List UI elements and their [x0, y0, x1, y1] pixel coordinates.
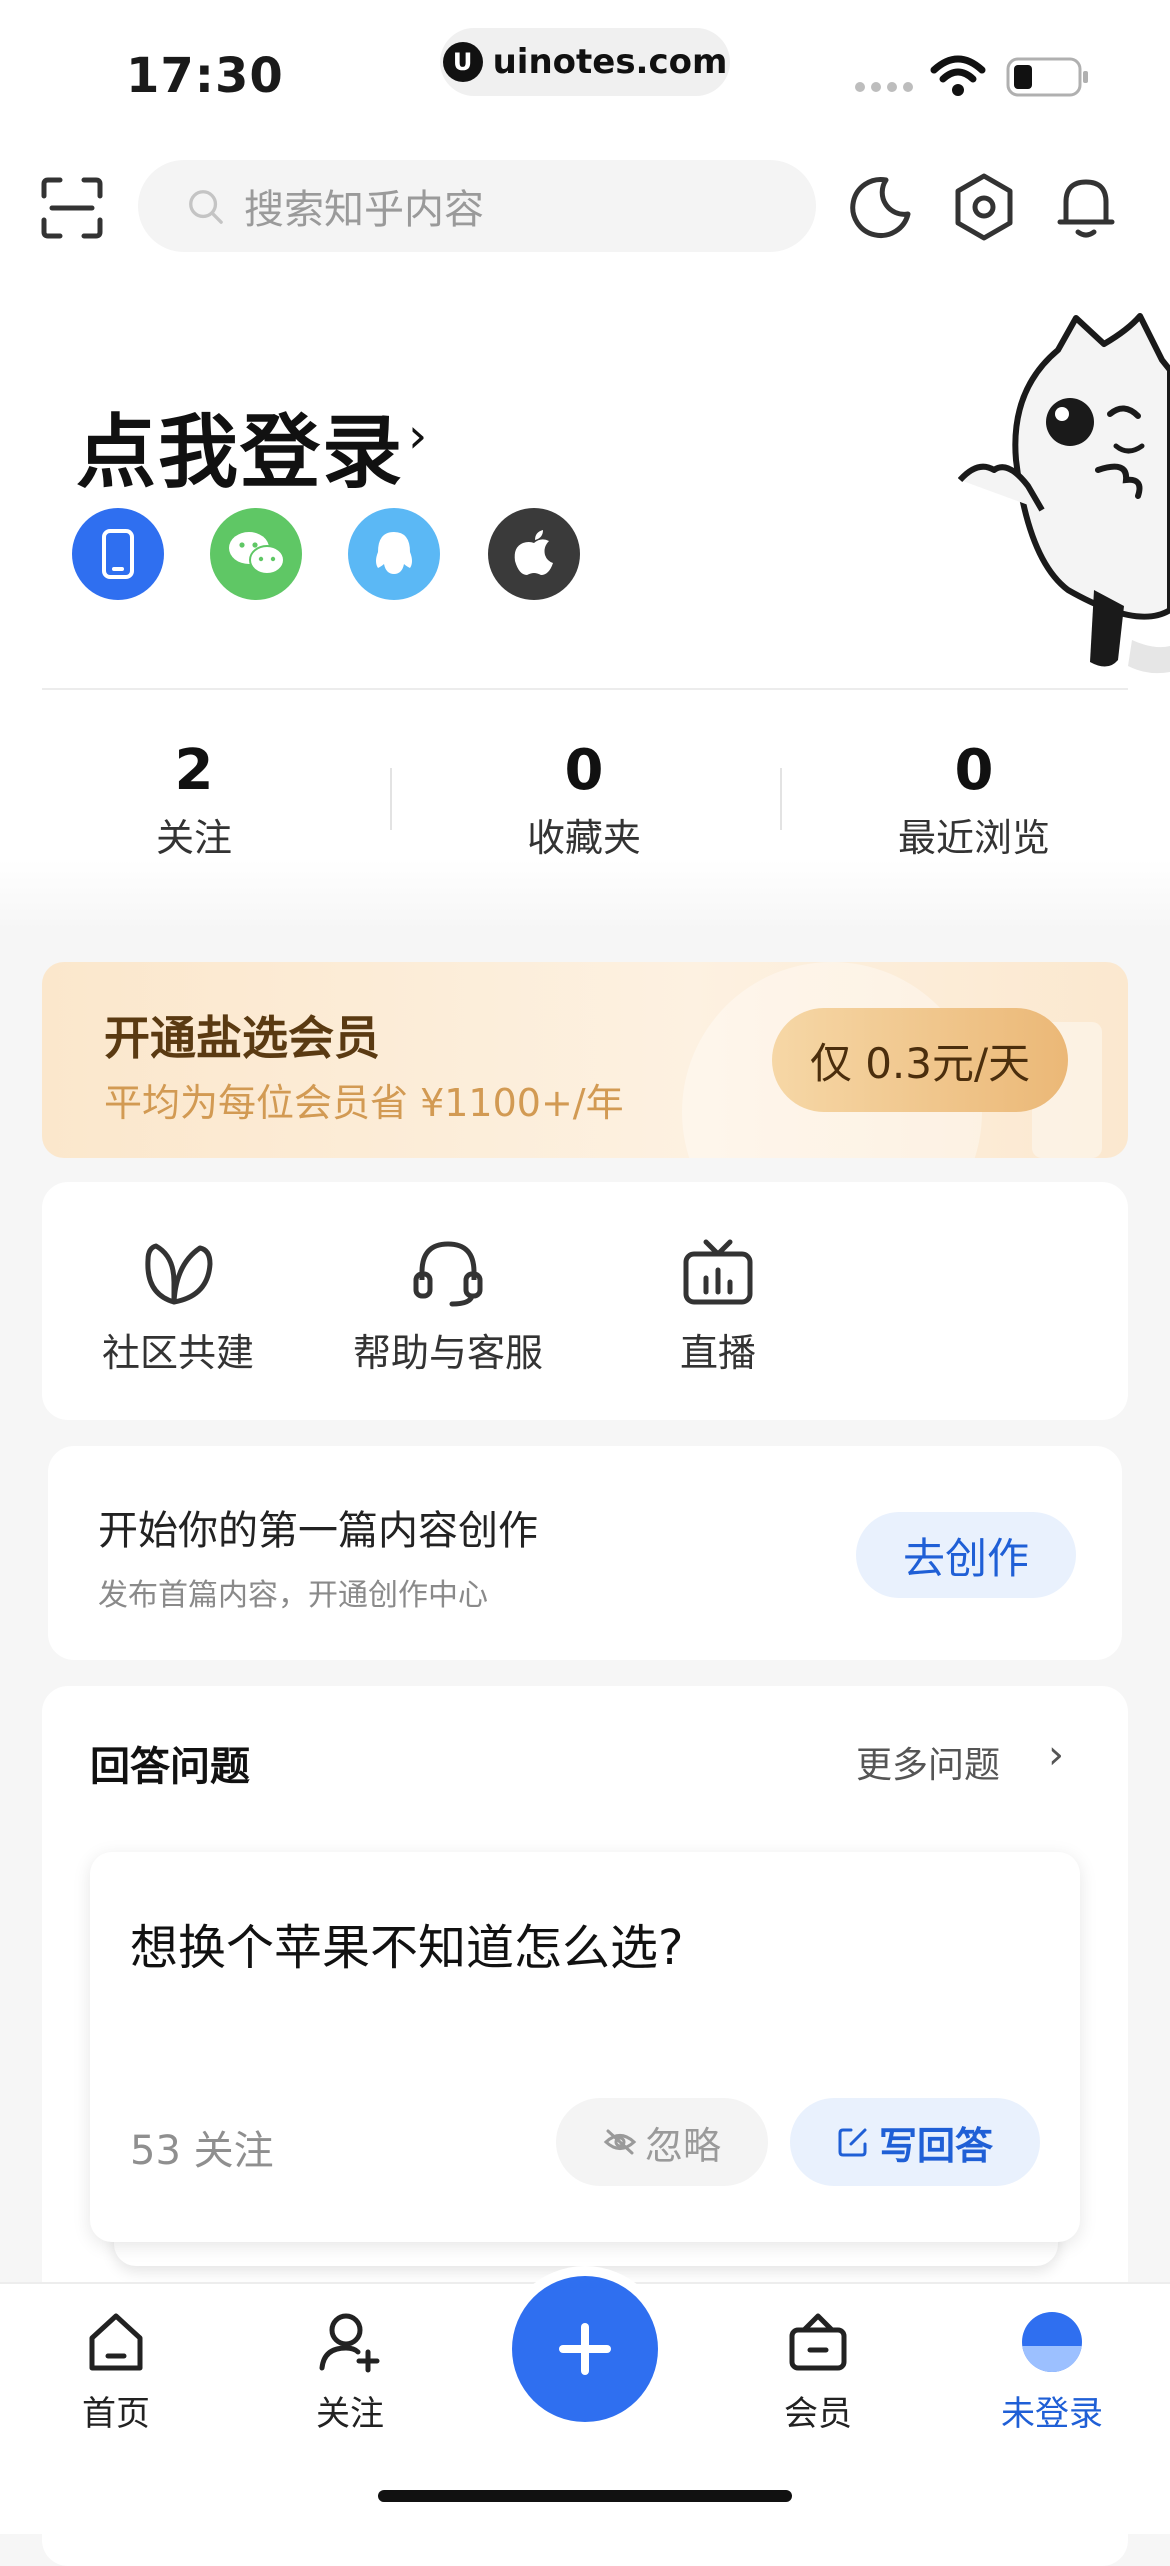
login-apple-button[interactable]: [488, 508, 580, 600]
menu-community[interactable]: 社区共建: [58, 1238, 298, 1377]
mascot-illustration: [958, 313, 1170, 674]
search-icon: [189, 190, 223, 224]
create-title: 开始你的第一篇内容创作: [98, 1508, 538, 1554]
menu-help[interactable]: 帮助与客服: [328, 1238, 568, 1377]
status-time: 17:30: [126, 48, 284, 104]
phone-icon: [102, 529, 134, 579]
more-questions-link[interactable]: 更多问题: [856, 1736, 1000, 1788]
apple-icon: [514, 530, 553, 575]
login-title[interactable]: 点我登录: [76, 388, 404, 504]
chevron-right-icon[interactable]: ›: [408, 408, 427, 464]
url-text: uinotes.com: [492, 42, 728, 82]
stat-value: 2: [174, 738, 214, 803]
scan-icon[interactable]: [40, 176, 104, 240]
ignore-label: 忽略: [644, 2123, 721, 2168]
stat-value: 0: [564, 738, 604, 803]
question-card[interactable]: 想换个苹果不知道怎么选? 53 关注 忽略 写回答: [90, 1852, 1080, 2242]
vip-icon: [789, 2313, 847, 2371]
divider: [780, 768, 782, 830]
tab-label: 未登录: [1001, 2394, 1103, 2434]
menu-label: 直播: [679, 1331, 756, 1375]
menu-label: 帮助与客服: [352, 1331, 543, 1375]
signal-icon: [855, 82, 913, 92]
vip-subtitle: 平均为每位会员省 ¥1100+/年: [104, 1081, 624, 1125]
stat-value: 0: [954, 738, 994, 803]
url-pill[interactable]: U uinotes.com: [440, 28, 730, 96]
tab-profile[interactable]: 未登录: [962, 2310, 1142, 2435]
plus-icon: [559, 2323, 611, 2375]
stat-label: 最近浏览: [897, 816, 1050, 860]
vip-price-button[interactable]: 仅 0.3元/天: [772, 1008, 1068, 1112]
question-followers: 53 关注: [130, 2128, 274, 2174]
tab-vip[interactable]: 会员: [728, 2310, 908, 2435]
headset-icon: [413, 1241, 483, 1307]
moon-icon[interactable]: [848, 174, 914, 240]
login-wechat-button[interactable]: [210, 508, 302, 600]
divider: [42, 688, 1128, 690]
leaf-icon: [145, 1243, 213, 1305]
wifi-icon: [930, 55, 986, 96]
stat-collections[interactable]: 0 收藏夹: [434, 738, 734, 862]
site-logo: U: [442, 42, 483, 82]
eye-off-icon: [603, 2129, 637, 2155]
write-answer-button[interactable]: 写回答: [790, 2098, 1040, 2186]
vip-title: 开通盐选会员: [104, 1011, 380, 1065]
stat-label: 收藏夹: [526, 816, 641, 860]
create-subtitle: 发布首篇内容，开通创作中心: [98, 1578, 488, 1613]
search-placeholder: 搜索知乎内容: [244, 187, 484, 233]
chevron-right-icon[interactable]: ›: [1048, 1732, 1064, 1778]
create-card: 开始你的第一篇内容创作 发布首篇内容，开通创作中心 去创作: [48, 1446, 1122, 1660]
tab-label: 会员: [784, 2394, 852, 2434]
menu-label: 社区共建: [101, 1331, 254, 1375]
compose-fab[interactable]: [512, 2276, 658, 2422]
home-icon: [89, 2313, 143, 2371]
stat-label: 关注: [155, 816, 232, 860]
qq-icon: [376, 532, 412, 574]
home-indicator: [378, 2490, 792, 2502]
wechat-icon: [229, 532, 285, 575]
create-button[interactable]: 去创作: [856, 1512, 1076, 1598]
write-label: 写回答: [878, 2123, 993, 2168]
stat-following[interactable]: 2 关注: [44, 738, 344, 862]
login-phone-button[interactable]: [72, 508, 164, 600]
follow-icon: [319, 2313, 380, 2373]
search-input[interactable]: 搜索知乎内容: [138, 160, 816, 252]
avatar-icon: [1022, 2312, 1082, 2372]
quick-menu: 社区共建 帮助与客服 直播: [42, 1182, 1128, 1420]
question-title[interactable]: 想换个苹果不知道怎么选?: [130, 1908, 683, 1978]
menu-live[interactable]: 直播: [598, 1238, 838, 1377]
section-title: 回答问题: [90, 1744, 250, 1790]
battery-icon: [1006, 57, 1088, 97]
divider: [390, 768, 392, 830]
tab-label: 首页: [82, 2394, 150, 2434]
edit-icon: [838, 2128, 867, 2157]
bell-icon[interactable]: [1054, 172, 1118, 242]
tv-icon: [683, 1239, 753, 1305]
settings-icon[interactable]: [952, 172, 1016, 242]
ignore-button[interactable]: 忽略: [556, 2098, 768, 2186]
tab-home[interactable]: 首页: [26, 2310, 206, 2435]
stat-recent[interactable]: 0 最近浏览: [824, 738, 1124, 862]
vip-banner[interactable]: 开通盐选会员 平均为每位会员省 ¥1100+/年 仅 0.3元/天: [42, 962, 1128, 1158]
tab-follow[interactable]: 关注: [260, 2310, 440, 2435]
login-qq-button[interactable]: [348, 508, 440, 600]
tab-label: 关注: [316, 2394, 384, 2434]
